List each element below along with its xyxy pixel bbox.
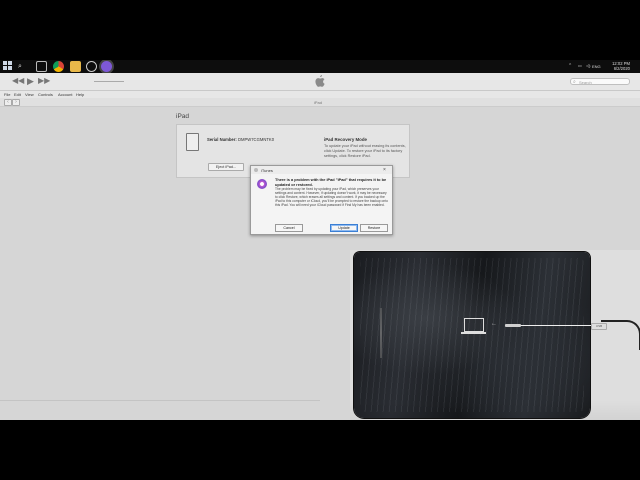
windows-start-icon[interactable] — [3, 61, 14, 72]
itunes-toolbar: ◀◀ ▶ ▶▶ ⌕ Search — [0, 73, 640, 91]
cable-icon — [601, 320, 640, 350]
menu-bar: File Edit View Controls Account Help — [0, 91, 640, 98]
dialog-titlebar: iTunes × — [251, 166, 392, 174]
clock-date: 6/2/2020 — [613, 66, 630, 71]
menu-controls[interactable]: Controls — [38, 92, 53, 97]
windows-taskbar: ⌕ ⌃ ▭ ◁) ENG 12:02 PM 6/2/2020 — [0, 60, 640, 73]
recovery-mode-text: To update your iPad without erasing its … — [324, 144, 406, 158]
lightning-connector-icon — [505, 324, 521, 327]
page-title: iPad — [176, 113, 190, 120]
menu-edit[interactable]: Edit — [14, 92, 21, 97]
volume-slider[interactable] — [94, 81, 124, 82]
serial-value: DMPW7CGMNTK0 — [237, 137, 275, 142]
eject-button[interactable]: Eject iPad... — [208, 163, 244, 171]
device-side-marking — [380, 308, 382, 358]
photo-shadow — [350, 400, 640, 420]
file-explorer-icon[interactable] — [70, 61, 81, 72]
nav-title: iPad — [314, 100, 323, 105]
nav-back-button[interactable]: ‹ — [4, 99, 12, 106]
dialog-message: The problem may be fixed by updating you… — [275, 187, 388, 207]
ipad-photo-overlay: ← USB — [350, 250, 640, 420]
cancel-button[interactable]: Cancel — [275, 224, 303, 232]
apple-logo-icon — [315, 75, 325, 87]
nav-forward-button[interactable]: › — [12, 99, 20, 106]
clock-app-icon[interactable] — [86, 61, 97, 72]
ipad-device-image: ← USB — [354, 252, 607, 418]
dialog-title: iTunes — [261, 167, 273, 173]
search-icon[interactable]: ⌕ — [18, 61, 29, 72]
previous-track-button[interactable]: ◀◀ — [12, 77, 24, 85]
serial-label: Serial Number: — [207, 137, 237, 142]
screen-texture — [360, 258, 584, 412]
search-placeholder: Search — [579, 80, 592, 85]
menu-file[interactable]: File — [4, 92, 10, 97]
task-view-icon[interactable] — [36, 61, 47, 72]
search-field[interactable]: ⌕ Search — [570, 78, 630, 85]
navigation-bar: ‹ › iPad — [0, 98, 640, 107]
chrome-icon[interactable] — [53, 61, 64, 72]
recovery-mode-title: iPad Recovery Mode — [324, 137, 367, 142]
ipad-icon — [186, 133, 199, 151]
serial-number: Serial Number: DMPW7CGMNTK0 — [207, 137, 274, 142]
itunes-alert-dialog: iTunes × There is a problem with the iPa… — [250, 165, 393, 235]
cable-line — [521, 325, 591, 327]
connect-to-computer-icon — [461, 318, 486, 334]
search-icon: ⌕ — [573, 79, 576, 85]
menu-account[interactable]: Account — [58, 92, 72, 97]
menu-view[interactable]: View — [25, 92, 34, 97]
menu-help[interactable]: Help — [76, 92, 84, 97]
restore-button[interactable]: Restore — [360, 224, 388, 232]
dialog-close-button[interactable]: × — [383, 167, 386, 173]
update-button[interactable]: Update — [330, 224, 358, 232]
dialog-heading: There is a problem with the iPad "iPad" … — [275, 177, 387, 187]
arrow-left-icon: ← — [491, 321, 497, 327]
itunes-logo-icon — [257, 179, 267, 189]
play-button[interactable]: ▶ — [27, 77, 34, 86]
screen: ⌕ ⌃ ▭ ◁) ENG 12:02 PM 6/2/2020 ◀◀ ▶ ▶▶ ⌕… — [0, 60, 640, 420]
itunes-icon — [254, 168, 258, 172]
divider — [0, 400, 320, 401]
itunes-icon[interactable] — [101, 61, 112, 72]
next-track-button[interactable]: ▶▶ — [38, 77, 50, 85]
